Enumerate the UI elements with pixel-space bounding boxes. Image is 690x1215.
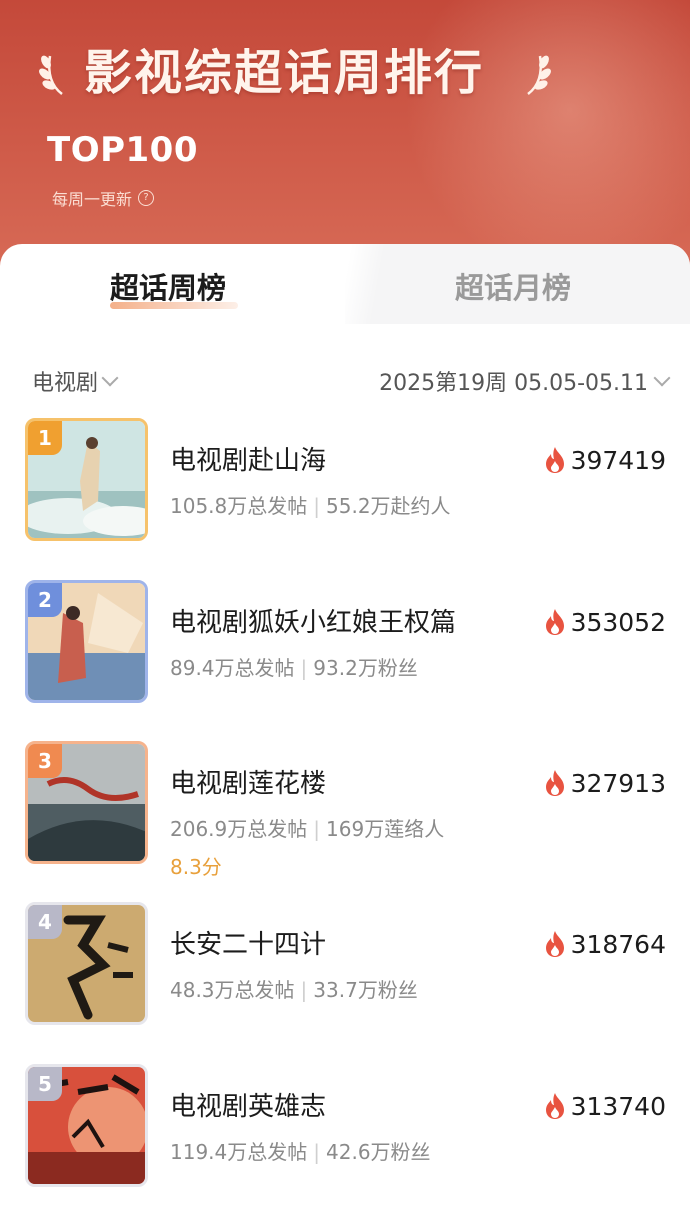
update-note-text: 每周一更新 [52,190,133,209]
rank-badge: 3 [28,744,62,778]
tab-monthly[interactable]: 超话月榜 [455,266,571,310]
flame-icon [545,1093,564,1119]
post-count: 119.4万总发帖 [170,1140,308,1164]
fan-count: 93.2万粉丝 [313,656,418,680]
post-count: 206.9万总发帖 [170,817,308,841]
flame-icon [545,609,564,635]
list-item[interactable]: 2 电视剧狐妖小红娘王权篇 89.4万总发帖 | 93.2万粉丝 353052 [0,580,690,710]
chevron-down-icon [653,369,671,387]
item-title[interactable]: 长安二十四计 [170,924,326,961]
divider: | [300,978,308,1002]
ranking-header: 影视综超话周排行 TOP100 每周一更新 ? [0,0,690,270]
page-title: 影视综超话周排行 [84,45,485,101]
divider: | [313,817,321,841]
heat-value: 353052 [570,607,666,637]
poster-thumbnail[interactable]: 3 [25,741,148,864]
item-stats: 119.4万总发帖 | 42.6万粉丝 [170,1136,431,1165]
rank-badge: 4 [28,905,62,939]
post-count: 48.3万总发帖 [170,978,295,1002]
rank-badge: 5 [28,1067,62,1101]
top100-label: TOP100 [47,130,198,170]
tab-weekly-underline [110,302,238,309]
item-stats: 105.8万总发帖 | 55.2万赴约人 [170,490,451,519]
flame-icon [545,447,564,473]
fan-count: 33.7万粉丝 [313,978,418,1002]
item-stats: 48.3万总发帖 | 33.7万粉丝 [170,974,418,1003]
fan-count: 169万莲络人 [326,817,445,841]
laurel-right-icon [520,48,554,98]
heat-score: 397419 [543,442,666,478]
chevron-down-icon [101,369,119,387]
list-item[interactable]: 4 长安二十四计 48.3万总发帖 | 33.7万粉丝 318764 [0,902,690,1032]
heat-value: 327913 [570,768,666,798]
heat-value: 318764 [570,929,666,959]
question-circle-icon[interactable]: ? [138,190,155,206]
poster-thumbnail[interactable]: 2 [25,580,148,703]
rank-badge: 1 [28,421,62,455]
update-note: 每周一更新 ? [52,186,155,210]
poster-thumbnail[interactable]: 5 [25,1064,148,1187]
fan-count: 55.2万赴约人 [326,494,451,518]
rating-score: 8.3分 [170,855,222,879]
heat-value: 313740 [570,1091,666,1121]
flame-icon [545,931,564,957]
tab-divider-curve [300,244,400,324]
heat-value: 397419 [570,445,666,475]
item-title[interactable]: 电视剧赴山海 [170,440,326,477]
item-title[interactable]: 电视剧狐妖小红娘王权篇 [170,602,456,639]
list-item[interactable]: 5 电视剧英雄志 119.4万总发帖 | 42.6万粉丝 313740 [0,1064,690,1194]
poster-thumbnail[interactable]: 4 [25,902,148,1025]
heat-score: 353052 [543,604,666,640]
flame-icon [545,770,564,796]
rank-badge: 2 [28,583,62,617]
heat-score: 318764 [543,926,666,962]
heat-score: 313740 [543,1088,666,1124]
period-dropdown[interactable]: 2025第19周 05.05-05.11 [379,364,671,398]
heat-score: 327913 [543,765,666,801]
laurel-left-icon [36,48,70,98]
item-stats: 206.9万总发帖 | 169万莲络人 [170,813,444,842]
divider: | [313,1140,321,1164]
divider: | [313,494,321,518]
item-title[interactable]: 电视剧莲花楼 [170,763,326,800]
period-label: 2025第19周 05.05-05.11 [379,371,648,396]
divider: | [300,656,308,680]
fan-count: 42.6万粉丝 [326,1140,431,1164]
item-stats: 89.4万总发帖 | 93.2万粉丝 [170,652,418,681]
list-item[interactable]: 3 电视剧莲花楼 206.9万总发帖 | 169万莲络人 8.3分 327913 [0,741,690,879]
category-label: 电视剧 [32,371,99,396]
item-title[interactable]: 电视剧英雄志 [170,1086,326,1123]
category-dropdown[interactable]: 电视剧 [32,364,119,398]
post-count: 105.8万总发帖 [170,494,308,518]
title-row: 影视综超话周排行 [0,38,690,108]
post-count: 89.4万总发帖 [170,656,295,680]
list-item[interactable]: 1 电视剧赴山海 105.8万总发帖 | 55.2万赴约人 397419 [0,418,690,548]
poster-thumbnail[interactable]: 1 [25,418,148,541]
